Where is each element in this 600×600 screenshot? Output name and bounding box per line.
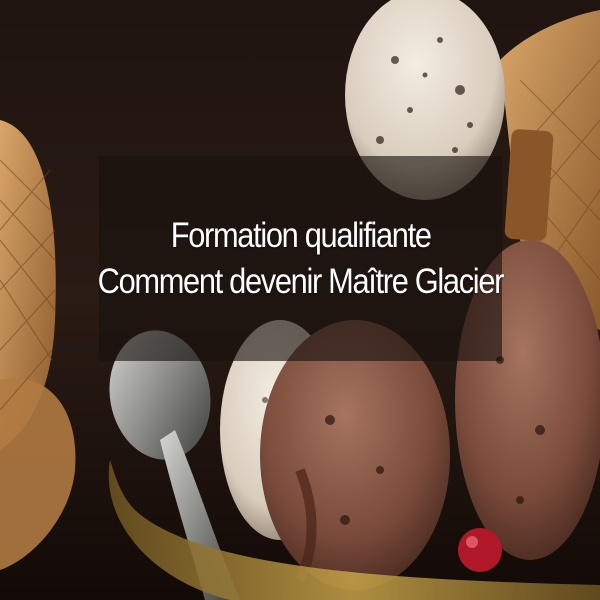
banner-title-line-1: Formation qualifiante [170,215,432,255]
cherry [458,528,502,572]
title-overlay: Formation qualifiante Comment devenir Ma… [97,156,505,361]
banner-title-line-2: Comment devenir Maître Glacier [97,261,505,301]
promo-banner: Formation qualifiante Comment devenir Ma… [0,0,600,600]
